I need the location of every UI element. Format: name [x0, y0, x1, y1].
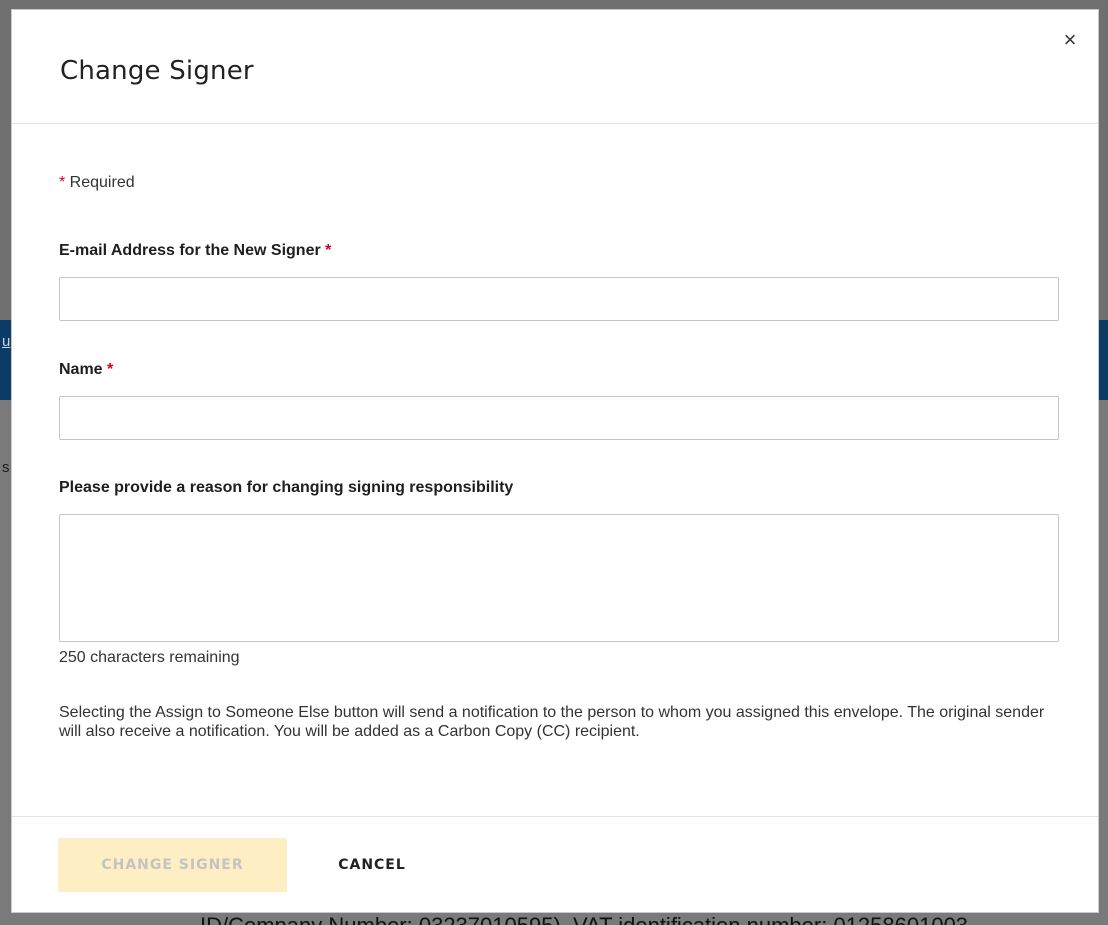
reason-textarea[interactable] [59, 514, 1059, 642]
close-icon[interactable]: × [1058, 28, 1082, 52]
reason-field-label: Please provide a reason for changing sig… [59, 479, 514, 496]
change-signer-button[interactable]: CHANGE SIGNER [58, 838, 287, 892]
email-required-asterisk: * [325, 242, 332, 259]
name-field[interactable] [59, 396, 1059, 440]
name-required-asterisk: * [107, 361, 114, 378]
change-signer-dialog: Change Signer × * Required E-mail Addres… [11, 9, 1099, 913]
dialog-header: Change Signer × [12, 10, 1098, 124]
dialog-body: * Required E-mail Address for the New Si… [12, 124, 1098, 816]
email-field[interactable] [59, 277, 1059, 321]
name-field-label: Name * [59, 361, 113, 379]
dialog-title: Change Signer [60, 56, 254, 86]
notification-info-text: Selecting the Assign to Someone Else but… [59, 704, 1045, 740]
cancel-button[interactable]: CANCEL [312, 838, 432, 892]
required-note-text: Required [65, 174, 135, 191]
backdrop-link-fragment: u [2, 333, 11, 350]
dialog-footer: CHANGE SIGNER CANCEL [12, 816, 1098, 914]
email-field-label-text: E-mail Address for the New Signer [59, 242, 321, 259]
backdrop-text-fragment: s [2, 459, 10, 476]
email-field-label: E-mail Address for the New Signer * [59, 242, 331, 260]
name-field-label-text: Name [59, 361, 103, 378]
characters-remaining: 250 characters remaining [59, 649, 240, 666]
required-note: * Required [59, 174, 135, 192]
